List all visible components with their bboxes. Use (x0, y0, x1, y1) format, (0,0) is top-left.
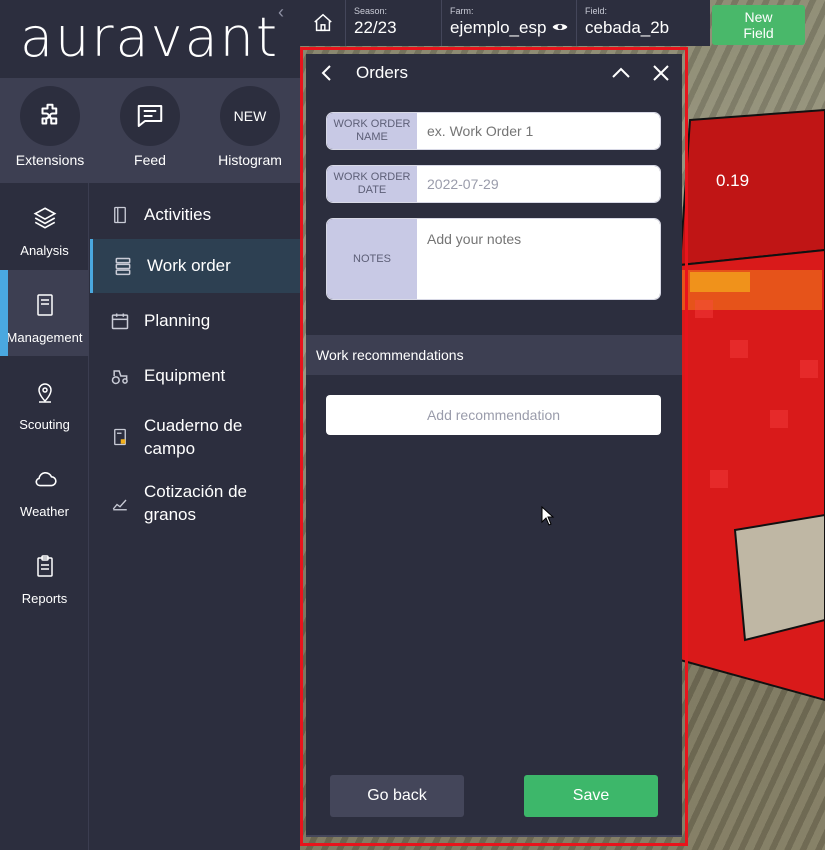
calendar-icon (110, 311, 130, 331)
rail-item-weather[interactable]: Weather (0, 444, 89, 530)
field-selector[interactable]: Field: cebada_2b (577, 0, 707, 46)
notes-field: NOTES (326, 218, 661, 300)
sidebar: auravant ‹ Extensions Feed NEW Histogram… (0, 0, 300, 850)
layers-icon (0, 203, 89, 233)
rail-item-reports[interactable]: Reports (0, 531, 89, 617)
collapse-up-icon[interactable] (610, 62, 632, 84)
new-badge: NEW (220, 86, 280, 146)
work-order-name-input[interactable] (417, 113, 660, 149)
chat-icon (120, 86, 180, 146)
logo-area: auravant ‹ (0, 0, 300, 78)
notes-textarea[interactable] (417, 219, 660, 299)
management-submenu: Activities Work order Planning Equipment… (90, 183, 300, 850)
field-notebook-icon (110, 427, 130, 447)
add-recommendation-button[interactable]: Add recommendation (326, 395, 661, 435)
save-button[interactable]: Save (524, 775, 658, 817)
panel-title: Orders (356, 63, 408, 82)
rail-label: Analysis (20, 243, 69, 258)
work-recommendations-header: Work recommendations (306, 335, 682, 375)
submenu-item-cotizacion[interactable]: Cotización de granos (90, 477, 300, 529)
extensions-label: Extensions (15, 152, 85, 168)
collapse-sidebar-icon[interactable]: ‹ (278, 2, 284, 23)
rail-item-analysis[interactable]: Analysis (0, 183, 89, 269)
mouse-cursor-icon (541, 505, 555, 531)
panel-divider (306, 835, 682, 837)
histogram-button[interactable]: NEW Histogram (210, 86, 290, 168)
work-order-name-field: WORK ORDER NAME (326, 112, 661, 150)
extensions-button[interactable]: Extensions (10, 86, 90, 168)
season-value: 22/23 (354, 18, 397, 37)
work-order-name-label: WORK ORDER NAME (327, 113, 417, 149)
submenu-item-activities[interactable]: Activities (90, 195, 300, 235)
rail-label: Scouting (19, 417, 70, 432)
histogram-label: Histogram (218, 152, 282, 168)
go-back-button[interactable]: Go back (330, 775, 464, 817)
rail-label: Weather (20, 504, 69, 519)
tractor-icon (110, 366, 130, 386)
season-caption: Season: (354, 6, 388, 16)
submenu-item-work-order[interactable]: Work order (90, 239, 300, 293)
nav-rail: Analysis Management Scouting Weather Rep… (0, 183, 89, 850)
rail-item-management[interactable]: Management (0, 270, 89, 356)
work-order-date-input[interactable]: 2022-07-29 (417, 166, 660, 202)
clipboard-icon (0, 551, 89, 581)
book-icon (110, 205, 130, 225)
submenu-label: Activities (144, 205, 212, 224)
submenu-label: Cotización de granos (144, 482, 248, 524)
field-caption: Field: (585, 6, 608, 16)
submenu-label: Planning (144, 311, 211, 330)
farm-value: ejemplo_esp (450, 18, 547, 37)
rail-item-scouting[interactable]: Scouting (0, 357, 89, 443)
work-order-date-field: WORK ORDER DATE 2022-07-29 (326, 165, 661, 203)
farm-selector[interactable]: Farm: ejemplo_esp (442, 0, 577, 46)
notebook-icon (0, 290, 89, 320)
quick-actions: Extensions Feed NEW Histogram (0, 78, 300, 183)
orders-panel: Orders WORK ORDER NAME WORK ORDER DATE 2… (306, 54, 682, 837)
puzzle-icon (20, 86, 80, 146)
feed-button[interactable]: Feed (110, 86, 190, 168)
submenu-item-cuaderno[interactable]: Cuaderno de campo (90, 411, 300, 463)
map-pin-icon (0, 377, 89, 407)
map-value-label: 0.19 (716, 171, 750, 190)
new-field-button[interactable]: New Field (712, 5, 805, 45)
submenu-label: Cuaderno de campo (144, 416, 243, 458)
notes-label: NOTES (327, 219, 417, 299)
rail-label: Reports (21, 591, 68, 606)
app-logo: auravant (20, 6, 280, 69)
submenu-item-planning[interactable]: Planning (90, 301, 300, 341)
close-icon[interactable] (650, 62, 672, 84)
work-order-date-label: WORK ORDER DATE (327, 166, 417, 202)
eye-icon[interactable] (552, 18, 568, 38)
season-selector[interactable]: Season: 22/23 (346, 0, 442, 46)
farm-row: ejemplo_esp (450, 18, 568, 38)
feed-label: Feed (134, 152, 166, 168)
chart-trend-icon (110, 493, 130, 513)
rail-label: Management (6, 330, 83, 345)
submenu-item-equipment[interactable]: Equipment (90, 356, 300, 396)
farm-caption: Farm: (450, 6, 474, 16)
back-chevron-icon[interactable] (316, 62, 338, 84)
server-list-icon (113, 256, 133, 276)
field-value: cebada_2b (585, 18, 670, 37)
panel-header: Orders (306, 54, 682, 92)
submenu-label: Equipment (144, 366, 226, 385)
home-icon[interactable] (300, 0, 346, 46)
cloud-icon (0, 464, 89, 494)
submenu-label: Work order (147, 256, 231, 275)
context-bar: Season: 22/23 Farm: ejemplo_esp Field: c… (300, 0, 710, 46)
